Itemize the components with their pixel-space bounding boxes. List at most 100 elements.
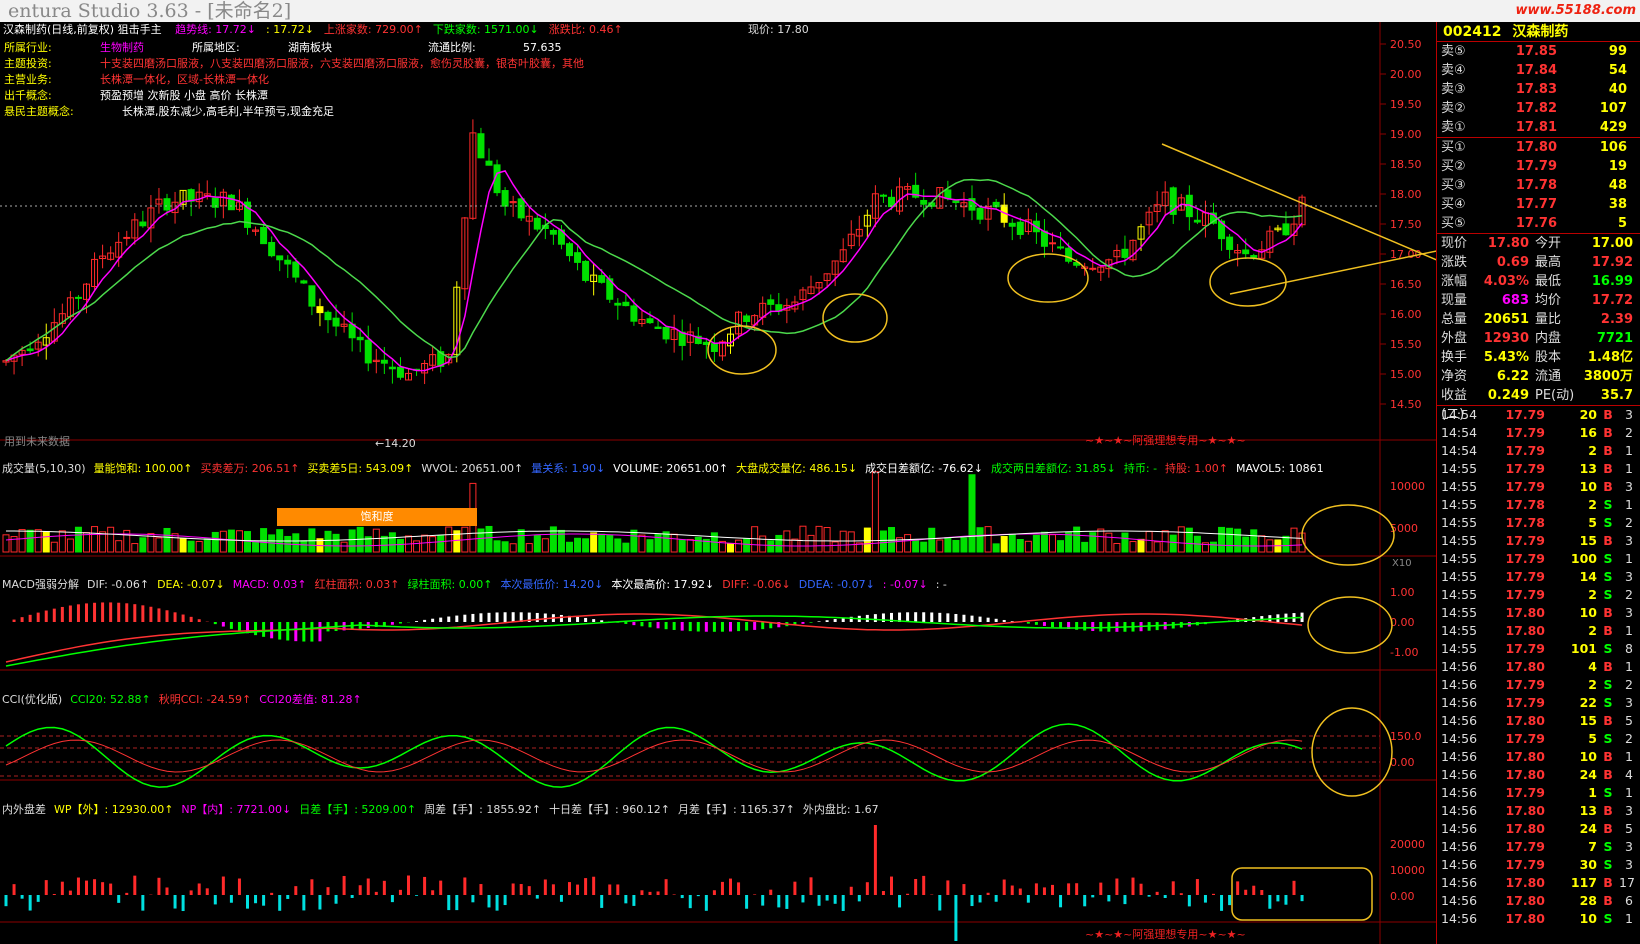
order-l: 卖① [1441,120,1466,135]
volume-bar [686,539,694,553]
candlestick [91,252,99,291]
stat-k: 净资 [1441,369,1468,384]
tick-n: 3 [1625,569,1633,584]
volume-header-item: 买卖差万: 206.51↑ [200,462,300,475]
tick-row[interactable]: 14:55 17.79 13 B 1 [1437,460,1640,478]
tick-row[interactable]: 14:56 17.79 7 S 3 [1437,838,1640,856]
tick-s: B [1603,425,1613,440]
tick-row[interactable]: 14:56 17.79 5 S 2 [1437,730,1640,748]
y-tick-label: 10000 [1390,480,1425,493]
flow-header: 内外盘差 WP【外】: 12930.00↑ NP【内】: 7721.00↓ 日差【手】… [2,802,887,818]
tick-t: 14:56 [1441,677,1478,692]
tick-row[interactable]: 14:55 17.80 10 B 3 [1437,604,1640,622]
tick-row[interactable]: 14:55 17.80 2 B 1 [1437,622,1640,640]
tick-row[interactable]: 14:56 17.80 28 B 6 [1437,892,1640,910]
tick-s: B [1603,713,1613,728]
tick-t: 14:55 [1441,641,1478,656]
candlestick [123,230,131,246]
tick-row[interactable]: 14:55 17.79 14 S 3 [1437,568,1640,586]
tick-v: 10 [1579,479,1597,494]
tick-p: 17.79 [1505,533,1545,548]
info-key: 主营业务: [4,73,52,86]
stat-k: 涨幅 [1441,274,1468,289]
info-value: 长株潭一体化，区域-长株潭一体化 [100,73,269,86]
tick-row[interactable]: 14:56 17.80 15 B 5 [1437,712,1640,730]
tick-v: 14 [1579,569,1597,584]
tick-row[interactable]: 14:56 17.79 2 S 2 [1437,676,1640,694]
candlestick [952,199,960,210]
tick-row[interactable]: 14:56 17.80 10 B 1 [1437,748,1640,766]
tick-row[interactable]: 14:55 17.78 5 S 2 [1437,514,1640,532]
tick-row[interactable]: 14:56 17.79 1 S 1 [1437,784,1640,802]
order-row: 卖④ 17.84 54 [1437,61,1640,80]
tick-p: 17.78 [1505,515,1545,530]
flow-header-item: WP【外】: 12930.00↑ [54,803,174,816]
tick-row[interactable]: 14:55 17.78 2 S 1 [1437,496,1640,514]
tick-p: 17.79 [1505,443,1545,458]
tick-row[interactable]: 14:56 17.80 117 B 17 [1437,874,1640,892]
tick-row[interactable]: 14:56 17.79 30 S 3 [1437,856,1640,874]
tick-row[interactable]: 14:55 17.79 101 S 8 [1437,640,1640,658]
tick-row[interactable]: 14:55 17.79 10 B 3 [1437,478,1640,496]
volume-bar [66,538,74,553]
tick-t: 14:56 [1441,821,1478,836]
stat-v2: 2.39 [1600,312,1633,327]
volume-bar [324,530,332,553]
order-row: 卖② 17.82 107 [1437,99,1640,118]
volume-bar [260,528,268,553]
volume-bar [1185,527,1193,553]
chart-area[interactable]: 20.50 20.00 19.50 19.00 18.50 18.00 17.50 17.00… [0,22,1471,944]
tick-p: 17.80 [1505,821,1545,836]
tick-row[interactable]: 14:56 17.80 24 B 5 [1437,820,1640,838]
tick-n: 4 [1625,767,1633,782]
tick-row[interactable]: 14:54 17.79 20 B 3 [1437,406,1640,424]
candlestick [759,296,767,326]
candlestick [896,177,904,215]
tick-row[interactable]: 14:56 17.80 13 B 3 [1437,802,1640,820]
tick-row[interactable]: 14:56 17.80 24 B 4 [1437,766,1640,784]
tick-row[interactable]: 14:56 17.80 10 S 1 [1437,910,1640,928]
tick-row[interactable]: 14:56 17.80 4 B 1 [1437,658,1640,676]
candlestick [1193,208,1201,225]
tick-t: 14:56 [1441,749,1478,764]
volume-bar [783,530,791,553]
volume-bar [2,534,10,553]
tick-s: B [1603,893,1613,908]
volume-header-item: 成交日差额亿: -76.62↓ [865,462,983,475]
volume-bar [1226,527,1234,553]
candlestick [485,148,493,166]
volume-bar [1097,528,1105,553]
macd-header-item: : -0.07↓ [882,578,928,591]
stat-v: 4.03% [1483,274,1529,289]
volume-bar [831,541,839,553]
volume-header-item: 成交量(5,10,30) [2,462,86,475]
stat-v: 0.69 [1496,255,1529,270]
low-price-marker: ←14.20 [375,437,416,450]
order-l: 买② [1441,159,1466,174]
tick-list[interactable]: 14:54 17.79 20 B 3 14:54 17.79 16 B 2 14:54 17.79 2 B… [1437,406,1640,928]
tick-n: 3 [1625,695,1633,710]
tick-row[interactable]: 14:55 17.79 100 S 1 [1437,550,1640,568]
tick-row[interactable]: 14:54 17.79 16 B 2 [1437,424,1640,442]
tick-p: 17.80 [1505,659,1545,674]
tick-s: S [1603,695,1613,710]
tick-v: 28 [1579,893,1597,908]
tick-row[interactable]: 14:54 17.79 2 B 1 [1437,442,1640,460]
volume-bar [879,530,887,553]
stat-row: 涨跌 0.69 最高 17.92 [1437,253,1640,272]
site-logo: www.55188.com [1515,3,1637,18]
tick-row[interactable]: 14:55 17.79 2 S 2 [1437,586,1640,604]
stat-row: 净资 6.22 流通 3800万 [1437,367,1640,386]
tick-p: 17.80 [1505,875,1545,890]
candlestick [316,298,324,327]
volume-bar [163,527,171,553]
tick-row[interactable]: 14:55 17.79 15 B 3 [1437,532,1640,550]
volume-bar [139,537,147,553]
info-value: 生物制药 [100,41,144,54]
candlestick [590,263,598,296]
volume-bar [952,539,960,553]
volume-bar [509,543,517,553]
stat-k2: 内盘 [1535,331,1562,346]
tick-v: 24 [1579,767,1597,782]
tick-row[interactable]: 14:56 17.79 22 S 3 [1437,694,1640,712]
